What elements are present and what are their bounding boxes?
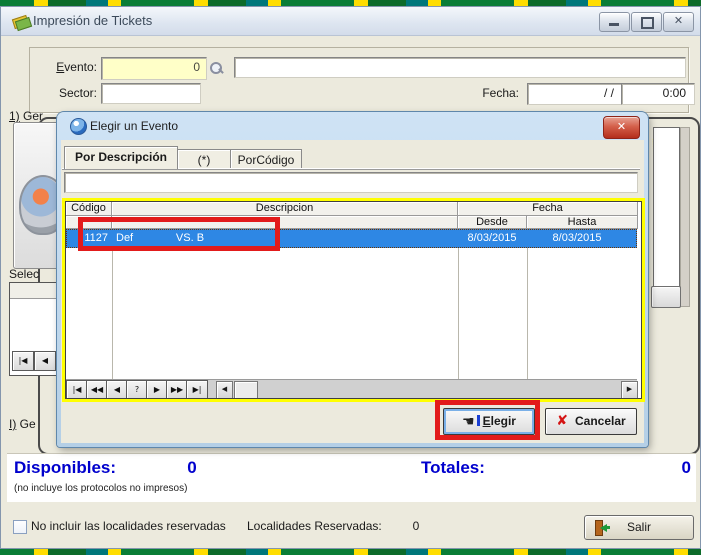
close-icon: ✕ xyxy=(617,121,626,133)
nav-last-button[interactable]: ▶| xyxy=(186,380,208,399)
col-header-hasta[interactable]: Hasta xyxy=(527,216,638,229)
disponibles-label: Disponibles: xyxy=(14,458,116,478)
localidades-reservadas-value: 0 xyxy=(401,519,431,533)
restore-icon xyxy=(641,17,654,29)
disponibles-note: (no incluye los protocolos no impresos) xyxy=(14,483,187,494)
stadium-button[interactable] xyxy=(13,122,61,269)
totales-label: Totales: xyxy=(421,458,485,478)
window-title: Impresión de Tickets xyxy=(33,13,152,28)
evento-label: Evento: xyxy=(41,60,97,74)
evento-input[interactable]: 0 xyxy=(101,57,207,80)
right-mini-button[interactable] xyxy=(651,286,681,308)
nav-prev-button[interactable]: ◀ xyxy=(106,380,128,399)
nav-fast-prev-button[interactable]: ◀◀ xyxy=(86,380,108,399)
tab-general-label[interactable]: 1) Ger xyxy=(9,109,43,123)
reservadas-checkbox[interactable] xyxy=(13,520,27,534)
sector-label: Sector: xyxy=(41,86,97,100)
exit-door-icon xyxy=(595,520,609,534)
minimize-icon xyxy=(609,23,619,26)
tab-por-codigo[interactable]: PorCódigo xyxy=(230,149,302,169)
right-list-sliver xyxy=(653,127,680,307)
mini-nav-prev-button[interactable]: ◀ xyxy=(34,351,56,371)
fecha-input[interactable]: / / xyxy=(527,83,631,105)
search-event-button[interactable] xyxy=(209,61,225,77)
nav-search-button[interactable]: ? xyxy=(126,380,148,399)
dialog-title: Elegir un Evento xyxy=(90,119,178,133)
hscroll-left-arrow[interactable]: ◀ xyxy=(216,381,233,399)
cell-hasta: 8/03/2015 xyxy=(527,232,627,244)
restore-button[interactable] xyxy=(631,12,662,32)
col-header-fecha[interactable]: Fecha xyxy=(458,202,638,216)
col-header-descripcion[interactable]: Descripcion xyxy=(112,202,458,216)
fecha-label: Fecha: xyxy=(469,86,519,100)
localidades-reservadas-label: Localidades Reservadas: xyxy=(247,519,382,533)
salir-button[interactable]: Salir xyxy=(584,515,694,540)
mini-grid-header xyxy=(10,283,59,299)
right-scrollbar-sliver[interactable] xyxy=(680,127,690,307)
tab-por-descripcion[interactable]: Por Descripción xyxy=(64,146,178,169)
sector-input[interactable] xyxy=(101,83,201,104)
nav-fast-next-button[interactable]: ▶▶ xyxy=(166,380,188,399)
close-button[interactable]: ✕ xyxy=(663,12,694,32)
totales-value: 0 xyxy=(607,458,691,478)
disponibles-value: 0 xyxy=(157,458,227,478)
mini-nav-first-button[interactable]: |◀ xyxy=(12,351,34,371)
event-name-input[interactable] xyxy=(234,57,686,78)
cancelar-button[interactable]: ✘ Cancelar xyxy=(545,408,637,435)
minimize-button[interactable] xyxy=(599,12,630,32)
close-icon: ✕ xyxy=(664,14,693,27)
seleccionar-label: Selec xyxy=(9,267,39,281)
annotation-box-elegir-button xyxy=(435,400,540,440)
dialog-app-icon xyxy=(70,118,87,135)
left-mini-grid[interactable]: |◀ ◀ xyxy=(9,282,60,376)
tab-bottom-label[interactable]: I) Ge xyxy=(9,417,36,431)
cancelar-label: Cancelar xyxy=(575,414,626,428)
grid-navigator: |◀ ◀◀ ◀ ? ▶ ▶▶ ▶| ◀ ▶ xyxy=(66,379,637,399)
salir-label: Salir xyxy=(627,520,651,534)
tickets-app-icon xyxy=(12,14,29,28)
annotation-box-selected-row xyxy=(78,217,280,251)
tab-asterisk[interactable]: (*) xyxy=(177,149,231,169)
cell-desde: 8/03/2015 xyxy=(458,232,526,244)
elegir-evento-dialog: Elegir un Evento ✕ Por Descripción (*) P… xyxy=(57,112,648,447)
nav-next-button[interactable]: ▶ xyxy=(146,380,168,399)
event-search-input[interactable] xyxy=(64,172,638,193)
dialog-close-button[interactable]: ✕ xyxy=(603,116,640,139)
reservadas-checkbox-label[interactable]: No incluir las localidades reservadas xyxy=(31,519,226,533)
col-header-desde[interactable]: Desde xyxy=(458,216,527,229)
hscroll-thumb[interactable] xyxy=(234,381,258,399)
hora-input[interactable]: 0:00 xyxy=(621,83,695,105)
desktop: Impresión de Tickets ✕ Evento: 0 Sector:… xyxy=(0,0,701,555)
col-header-codigo[interactable]: Código xyxy=(66,202,112,216)
title-bar[interactable]: Impresión de Tickets ✕ xyxy=(1,7,700,36)
hscroll-right-arrow[interactable]: ▶ xyxy=(621,381,638,399)
summary-panel: Disponibles: 0 (no incluye los protocolo… xyxy=(7,453,696,502)
red-x-icon: ✘ xyxy=(556,413,568,429)
nav-first-button[interactable]: |◀ xyxy=(66,380,88,399)
